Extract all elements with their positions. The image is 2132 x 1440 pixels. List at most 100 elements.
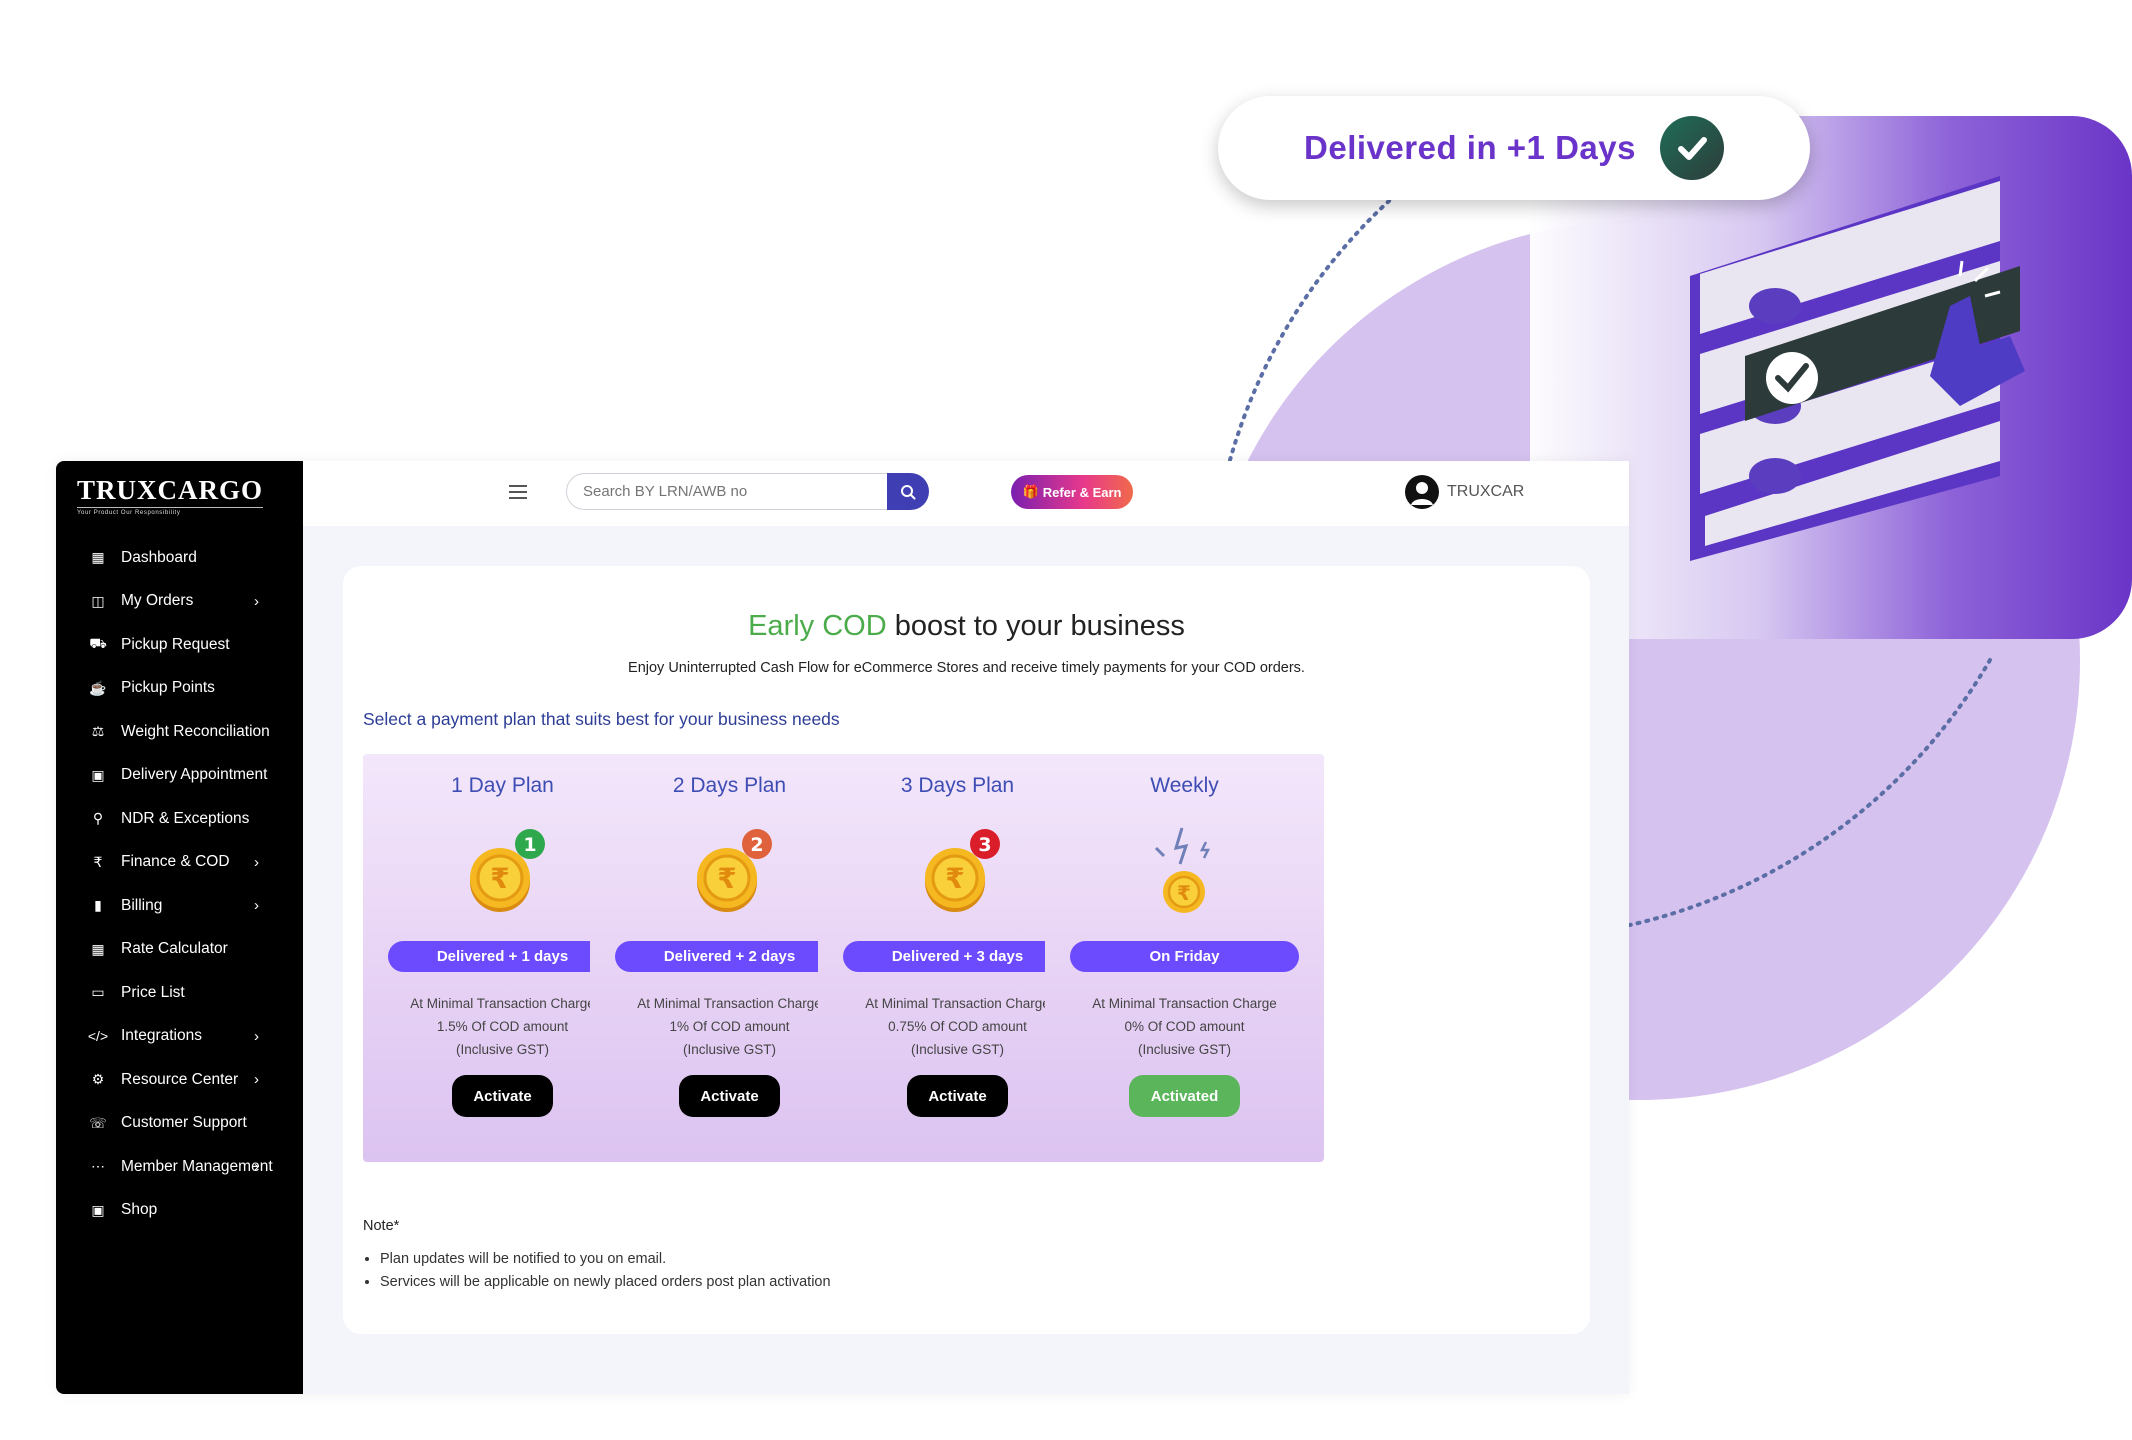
- plan-delivery-badge: Delivered + 3 days: [843, 941, 1072, 972]
- plan-description-line: 0% Of COD amount: [1124, 1019, 1245, 1034]
- sidebar-item-dashboard[interactable]: ▦ Dashboard: [56, 536, 303, 580]
- sidebar-item-label: Finance & COD: [121, 853, 230, 871]
- briefcase-icon: ▣: [91, 1201, 105, 1218]
- coin-icon: ₹: [1154, 827, 1211, 913]
- sidebar-item-billing[interactable]: ▮ Billing ›: [56, 884, 303, 928]
- chevron-right-icon[interactable]: ›: [254, 897, 259, 914]
- search-bar: [566, 473, 929, 512]
- coin-icon: ₹1: [470, 829, 545, 912]
- note-list: Plan updates will be notified to you on …: [363, 1248, 831, 1294]
- delivery-badge: Delivered in +1 Days: [1218, 96, 1810, 200]
- sidebar-item-label: Price List: [121, 983, 185, 1001]
- search-icon: [901, 484, 916, 499]
- calendar-icon: ▣: [91, 766, 105, 783]
- activate-button[interactable]: Activate: [907, 1075, 1008, 1117]
- calculator-icon: ▦: [91, 940, 105, 957]
- rupee-icon: ₹: [93, 853, 103, 870]
- sidebar-item-finance-cod[interactable]: ₹ Finance & COD ›: [56, 841, 303, 885]
- sidebar-item-label: Integrations: [121, 1027, 202, 1045]
- grid-icon: ▦: [91, 549, 105, 566]
- hamburger-menu-icon[interactable]: [509, 485, 527, 499]
- note-item: Plan updates will be notified to you on …: [380, 1248, 831, 1271]
- coin-icon: ₹2: [697, 829, 772, 912]
- sidebar-item-label: Resource Center: [121, 1070, 239, 1088]
- sidebar-item-label: Pickup Points: [121, 679, 215, 697]
- sidebar-nav: ▦ Dashboard ◫ My Orders › ⛟ Pickup Request ☕ Pic…: [56, 536, 303, 1232]
- svg-text:1: 1: [523, 834, 536, 856]
- sidebar-item-label: Billing: [121, 896, 163, 914]
- svg-text:₹: ₹: [490, 862, 509, 895]
- sidebar-item-pickup-points[interactable]: ☕ Pickup Points: [56, 667, 303, 711]
- sidebar-item-label: Dashboard: [121, 548, 197, 566]
- bars-icon: ▮: [94, 897, 102, 914]
- refer-earn-label: Refer & Earn: [1042, 484, 1122, 500]
- logo-text: TRUXCARGO: [77, 475, 264, 505]
- headline-accent: Early COD: [748, 610, 887, 642]
- svg-text:₹: ₹: [1177, 881, 1191, 905]
- activate-button[interactable]: Activate: [679, 1075, 780, 1117]
- note-title: Note*: [363, 1218, 400, 1234]
- note-item: Services will be applicable on newly pla…: [380, 1271, 831, 1294]
- plan-delivery-badge: Delivered + 2 days: [615, 941, 844, 972]
- plan-description: At Minimal Transaction Charge 0% Of COD a…: [1045, 992, 1324, 1061]
- plan-description-line: At Minimal Transaction Charge: [1092, 996, 1277, 1011]
- svg-text:2: 2: [750, 834, 763, 856]
- delivery-badge-text: Delivered in +1 Days: [1304, 129, 1636, 166]
- sidebar-item-shop[interactable]: ▣ Shop: [56, 1189, 303, 1233]
- sidebar-item-my-orders[interactable]: ◫ My Orders ›: [56, 580, 303, 624]
- card-icon: ▭: [91, 984, 105, 1001]
- sidebar-item-pickup-request[interactable]: ⛟ Pickup Request: [56, 623, 303, 667]
- topbar: 🎁 Refer & Earn TRUXCAR: [303, 461, 1629, 526]
- sidebar-item-rate-calculator[interactable]: ▦ Rate Calculator: [56, 928, 303, 972]
- sidebar-item-weight-reconciliation[interactable]: ⚖ Weight Reconciliation: [56, 710, 303, 754]
- gift-icon: 🎁: [1022, 484, 1039, 499]
- plan-description-line: (Inclusive GST): [1137, 1042, 1232, 1057]
- plan-title: Weekly: [1150, 774, 1219, 797]
- activate-button[interactable]: Activate: [452, 1075, 553, 1117]
- logo[interactable]: TRUXCARGO Your Product Our Responsibilit…: [77, 475, 264, 516]
- sidebar-item-label: Member Management: [121, 1157, 273, 1175]
- svg-text:₹: ₹: [945, 862, 964, 895]
- gear-icon: ⚙: [91, 1071, 105, 1088]
- scale-icon: ⚖: [91, 723, 105, 740]
- plan-delivery-badge: On Friday: [1070, 941, 1299, 972]
- pin-icon: ⚲: [92, 810, 104, 827]
- user-menu[interactable]: TRUXCAR: [1405, 475, 1524, 509]
- members-icon: ⋯: [91, 1158, 105, 1175]
- page-subtitle: Enjoy Uninterrupted Cash Flow for eComme…: [628, 660, 1305, 676]
- sidebar-item-resource-center[interactable]: ⚙ Resource Center ›: [56, 1058, 303, 1102]
- sidebar-item-delivery-appointment[interactable]: ▣ Delivery Appointment: [56, 754, 303, 798]
- sidebar-item-label: Pickup Request: [121, 635, 230, 653]
- search-input[interactable]: [566, 473, 887, 510]
- code-icon: </>: [87, 1028, 109, 1045]
- sidebar-item-label: Weight Reconciliation: [121, 722, 270, 740]
- chevron-right-icon[interactable]: ›: [254, 1071, 259, 1088]
- sidebar-item-label: My Orders: [121, 592, 194, 610]
- chevron-right-icon[interactable]: ›: [254, 854, 259, 871]
- chevron-right-icon[interactable]: ›: [254, 593, 259, 610]
- sidebar-item-ndr-exceptions[interactable]: ⚲ NDR & Exceptions: [56, 797, 303, 841]
- headline-rest: boost to your business: [886, 610, 1185, 642]
- check-circle-icon: [1659, 116, 1724, 180]
- page-title: Early COD boost to your business: [343, 610, 1590, 643]
- sidebar-item-label: Customer Support: [121, 1114, 247, 1132]
- refer-earn-button[interactable]: 🎁 Refer & Earn: [1011, 475, 1133, 509]
- orders-icon: ◫: [91, 592, 105, 609]
- chevron-right-icon[interactable]: ›: [254, 1028, 259, 1045]
- logo-tagline: Your Product Our Responsibility: [77, 507, 264, 516]
- sidebar-item-member-management[interactable]: ⋯ Member Management ›: [56, 1145, 303, 1189]
- truck-icon: ⛟: [89, 635, 107, 652]
- svg-text:₹: ₹: [717, 862, 736, 895]
- search-button[interactable]: [887, 473, 929, 510]
- activated-button[interactable]: Activated: [1129, 1075, 1240, 1117]
- user-name: TRUXCAR: [1447, 483, 1525, 500]
- plan-list: 1 Day Plan ₹1 Delivered + 1 days At Minimal…: [363, 754, 1570, 1162]
- headset-icon: ☏: [89, 1114, 107, 1131]
- sidebar-item-label: NDR & Exceptions: [121, 809, 250, 827]
- sidebar-item-label: Rate Calculator: [121, 940, 228, 958]
- sidebar-item-customer-support[interactable]: ☏ Customer Support: [56, 1102, 303, 1146]
- sidebar-item-label: Delivery Appointment: [121, 766, 268, 784]
- sidebar-item-integrations[interactable]: </> Integrations ›: [56, 1015, 303, 1059]
- sidebar-item-price-list[interactable]: ▭ Price List: [56, 971, 303, 1015]
- chevron-right-icon[interactable]: ›: [254, 1158, 259, 1175]
